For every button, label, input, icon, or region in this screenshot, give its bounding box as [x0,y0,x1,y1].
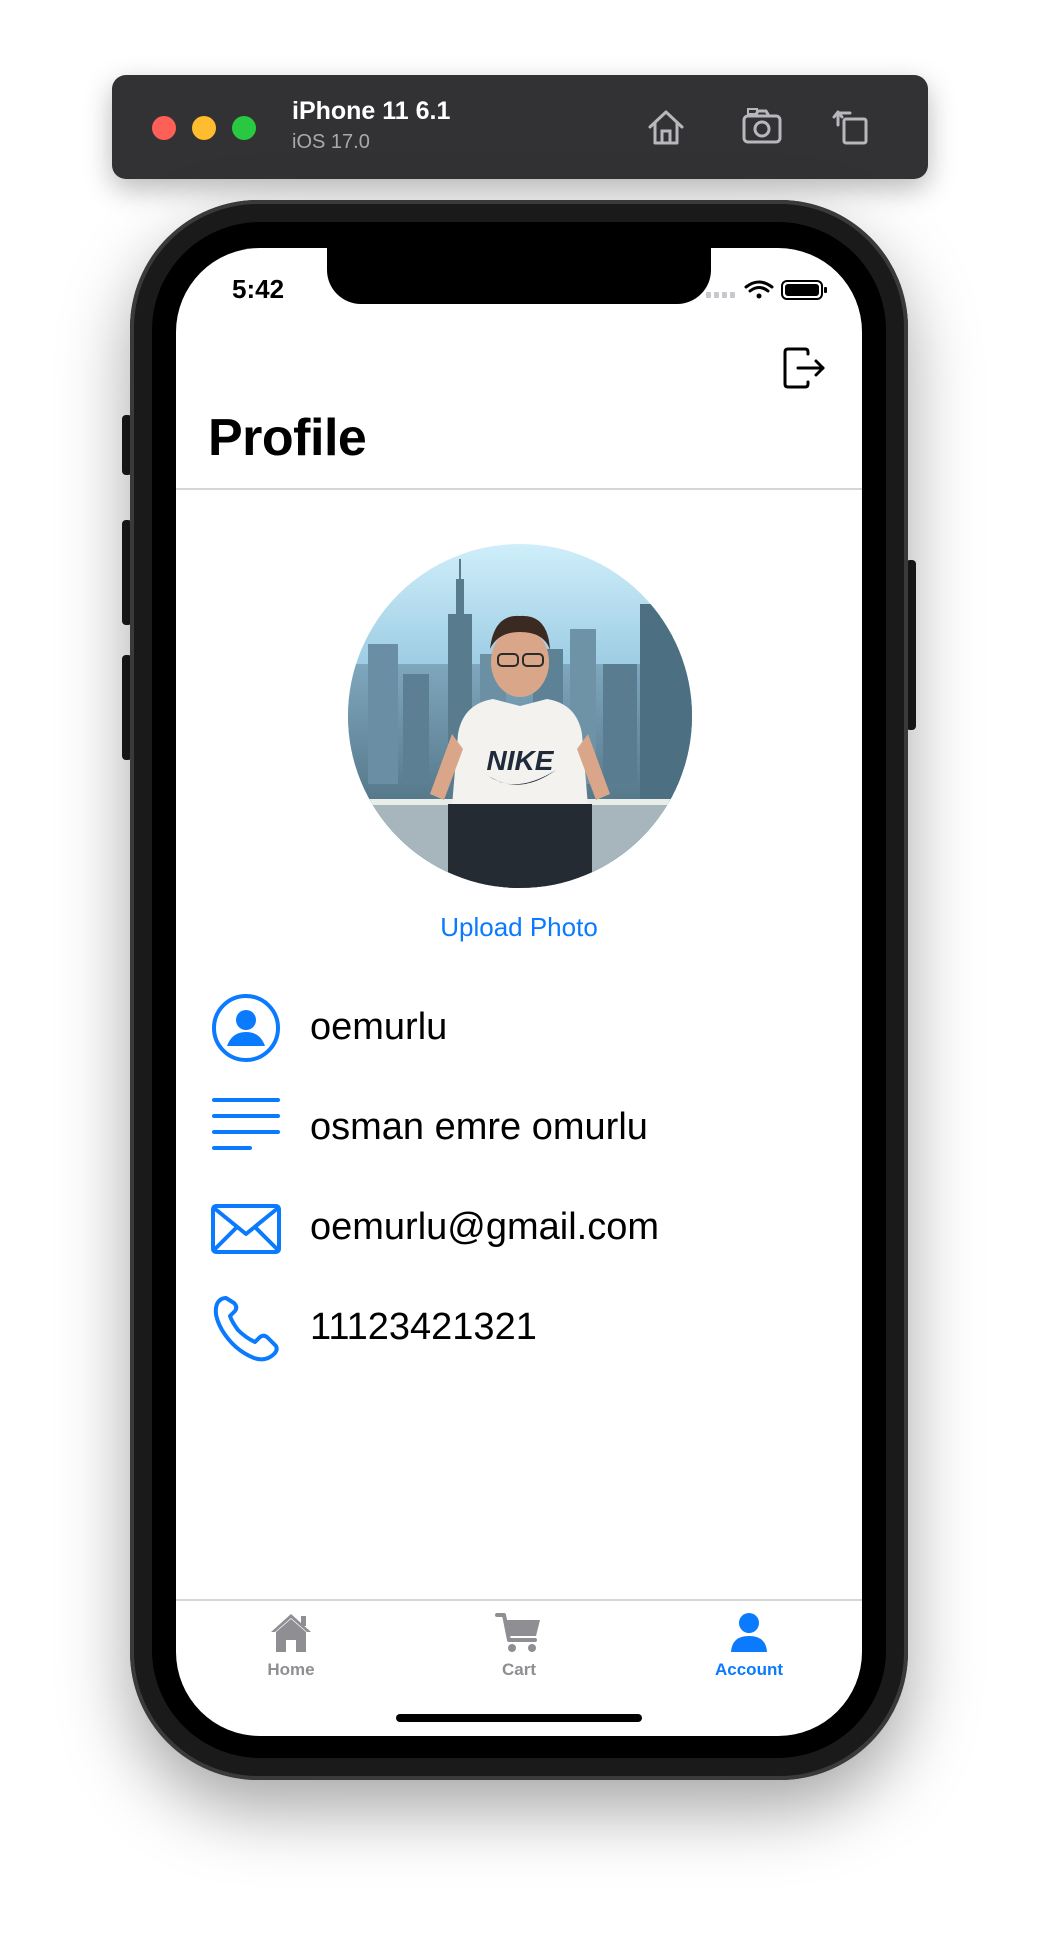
cellular-icon [706,292,735,298]
phone-value: 11123421321 [310,1306,537,1348]
svg-text:NIKE: NIKE [487,745,555,776]
rotate-icon[interactable] [828,103,876,151]
house-icon [271,1614,311,1652]
screenshot-icon[interactable] [738,103,786,151]
text-lines-icon [212,1098,280,1150]
battery-icon [781,280,827,300]
email-value: oemurlu@gmail.com [310,1206,660,1248]
home-indicator [396,1714,642,1722]
email-row: oemurlu@gmail.com [210,1186,850,1266]
envelope-icon [211,1204,281,1254]
simulator-toolbar: iPhone 11 6.1 iOS 17.0 [112,75,928,179]
username-row: oemurlu [210,986,850,1066]
person-icon [731,1613,767,1652]
tab-cart-label: Cart [501,1660,536,1679]
title-divider [176,488,862,490]
close-window-button[interactable] [152,116,176,140]
status-icons [706,280,827,300]
upload-photo-button[interactable]: Upload Photo [176,912,862,943]
page-title: Profile [208,409,367,467]
cart-icon [495,1613,540,1652]
phone-icon [213,1296,279,1362]
tab-account[interactable]: Account [669,1610,829,1690]
minimize-window-button[interactable] [192,116,216,140]
device-name: iPhone 11 6.1 [292,97,451,125]
zoom-window-button[interactable] [232,116,256,140]
os-version: iOS 17.0 [292,131,370,153]
tab-account-label: Account [715,1660,783,1679]
app-screen: 5:42 Profile NIKE Upload Photo oemurlu o… [176,248,862,1736]
tab-cart[interactable]: Cart [439,1610,599,1690]
profile-avatar[interactable]: NIKE [348,544,692,888]
tab-bar-divider [176,1599,862,1601]
home-icon[interactable] [642,103,690,151]
logout-icon[interactable] [780,344,828,392]
phone-row: 11123421321 [210,1286,850,1366]
status-time: 5:42 [232,274,285,304]
person-circle-icon [212,994,280,1062]
tab-home-label: Home [267,1660,315,1679]
username-value: oemurlu [310,1006,448,1048]
full-name-value: osman emre omurlu [310,1106,648,1148]
notch [327,248,711,304]
full-name-row: osman emre omurlu [210,1086,850,1166]
tab-home[interactable]: Home [211,1610,371,1690]
wifi-icon [744,280,774,299]
